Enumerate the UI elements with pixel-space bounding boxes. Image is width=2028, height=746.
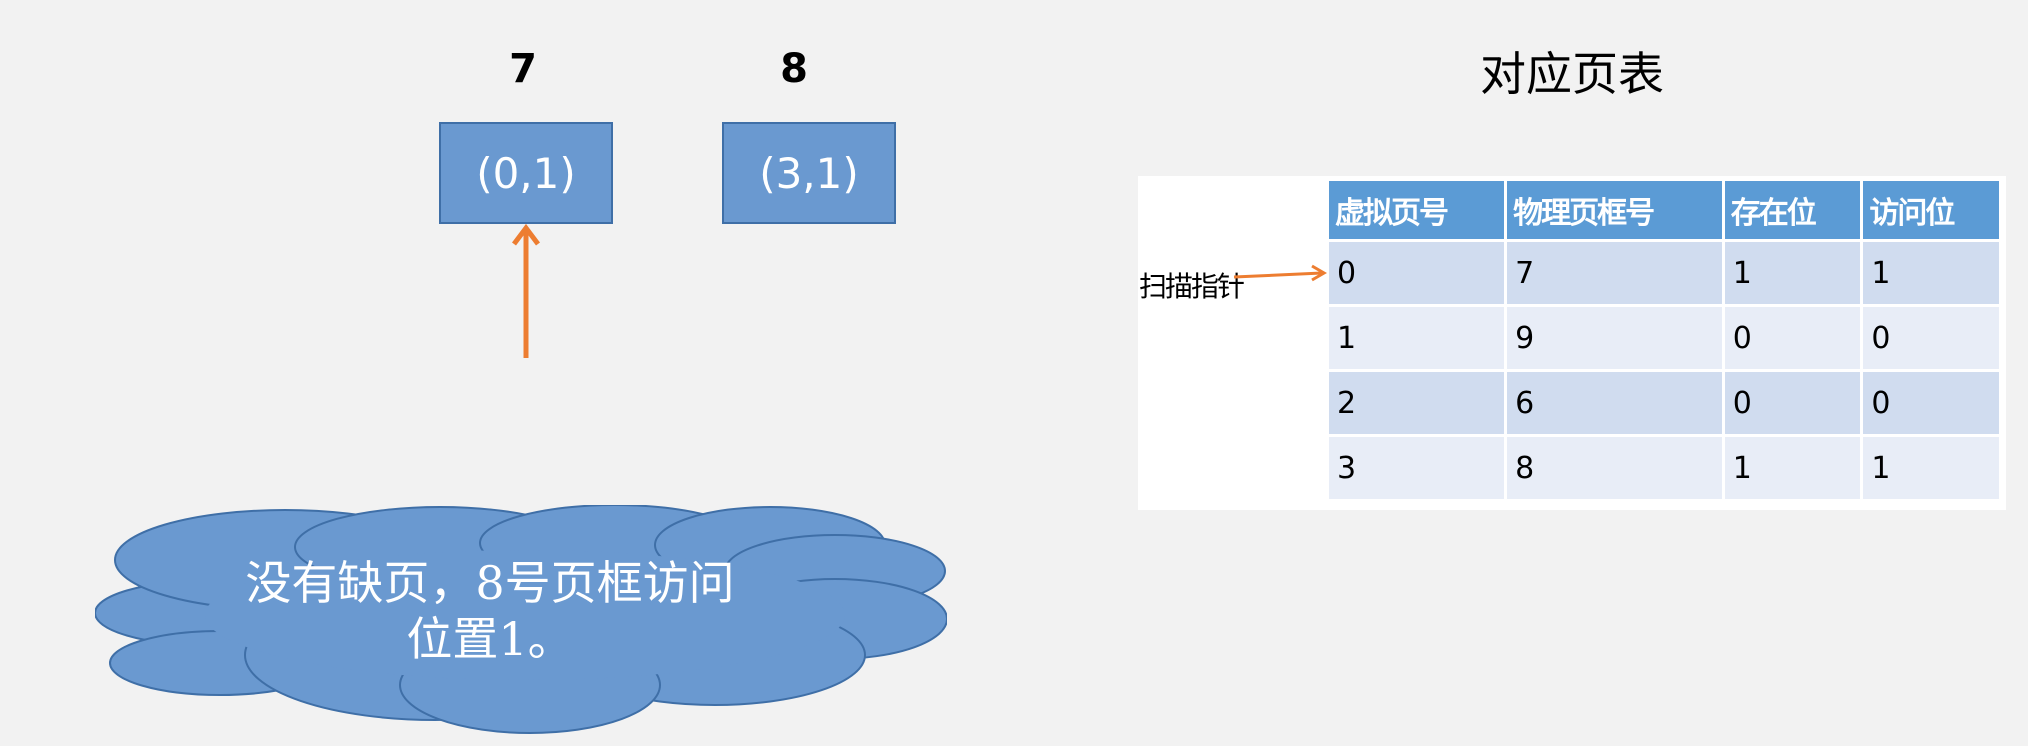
table-cell: 1 [1863, 242, 1999, 304]
header-present-bit: 存在位 [1724, 181, 1861, 239]
header-virtual-page: 虚拟页号 [1329, 181, 1505, 239]
table-cell: 6 [1507, 372, 1722, 434]
table-cell: 0 [1724, 307, 1861, 369]
table-cell: 1 [1329, 307, 1505, 369]
table-cell: 0 [1863, 372, 1999, 434]
scan-pointer-arrow [1233, 264, 1327, 282]
table-cell: 0 [1863, 307, 1999, 369]
table-cell: 0 [1329, 242, 1505, 304]
scan-pointer-label: 扫描指针 [1139, 270, 1245, 303]
table-cell: 1 [1724, 242, 1861, 304]
table-cell: 9 [1507, 307, 1722, 369]
table-cell: 1 [1863, 437, 1999, 499]
page-table-title: 对应页表 [1480, 47, 1664, 101]
callout-text: 没有缺页，8号页框访问 位置1。 [200, 555, 780, 667]
frame-number-8: 8 [780, 46, 808, 92]
frame-box-8: (3,1) [722, 122, 896, 224]
access-pointer-arrow [512, 223, 540, 358]
table-row: 3 8 1 1 [1329, 437, 1999, 499]
frame-number-7: 7 [509, 46, 537, 92]
header-access-bit: 访问位 [1863, 181, 1999, 239]
table-cell: 2 [1329, 372, 1505, 434]
callout-line-2: 位置1。 [406, 612, 574, 666]
table-cell: 0 [1724, 372, 1861, 434]
header-physical-frame: 物理页框号 [1507, 181, 1722, 239]
table-cell: 7 [1507, 242, 1722, 304]
table-header-row: 虚拟页号 物理页框号 存在位 访问位 [1329, 181, 1999, 239]
table-cell: 8 [1507, 437, 1722, 499]
table-cell: 1 [1724, 437, 1861, 499]
table-row: 2 6 0 0 [1329, 372, 1999, 434]
table-row: 1 9 0 0 [1329, 307, 1999, 369]
page-table: 虚拟页号 物理页框号 存在位 访问位 0 7 1 1 1 9 0 0 2 6 0… [1326, 178, 2002, 502]
table-row: 0 7 1 1 [1329, 242, 1999, 304]
callout-line-1: 没有缺页，8号页框访问 [245, 556, 735, 610]
frame-box-7: (0,1) [439, 122, 613, 224]
table-cell: 3 [1329, 437, 1505, 499]
